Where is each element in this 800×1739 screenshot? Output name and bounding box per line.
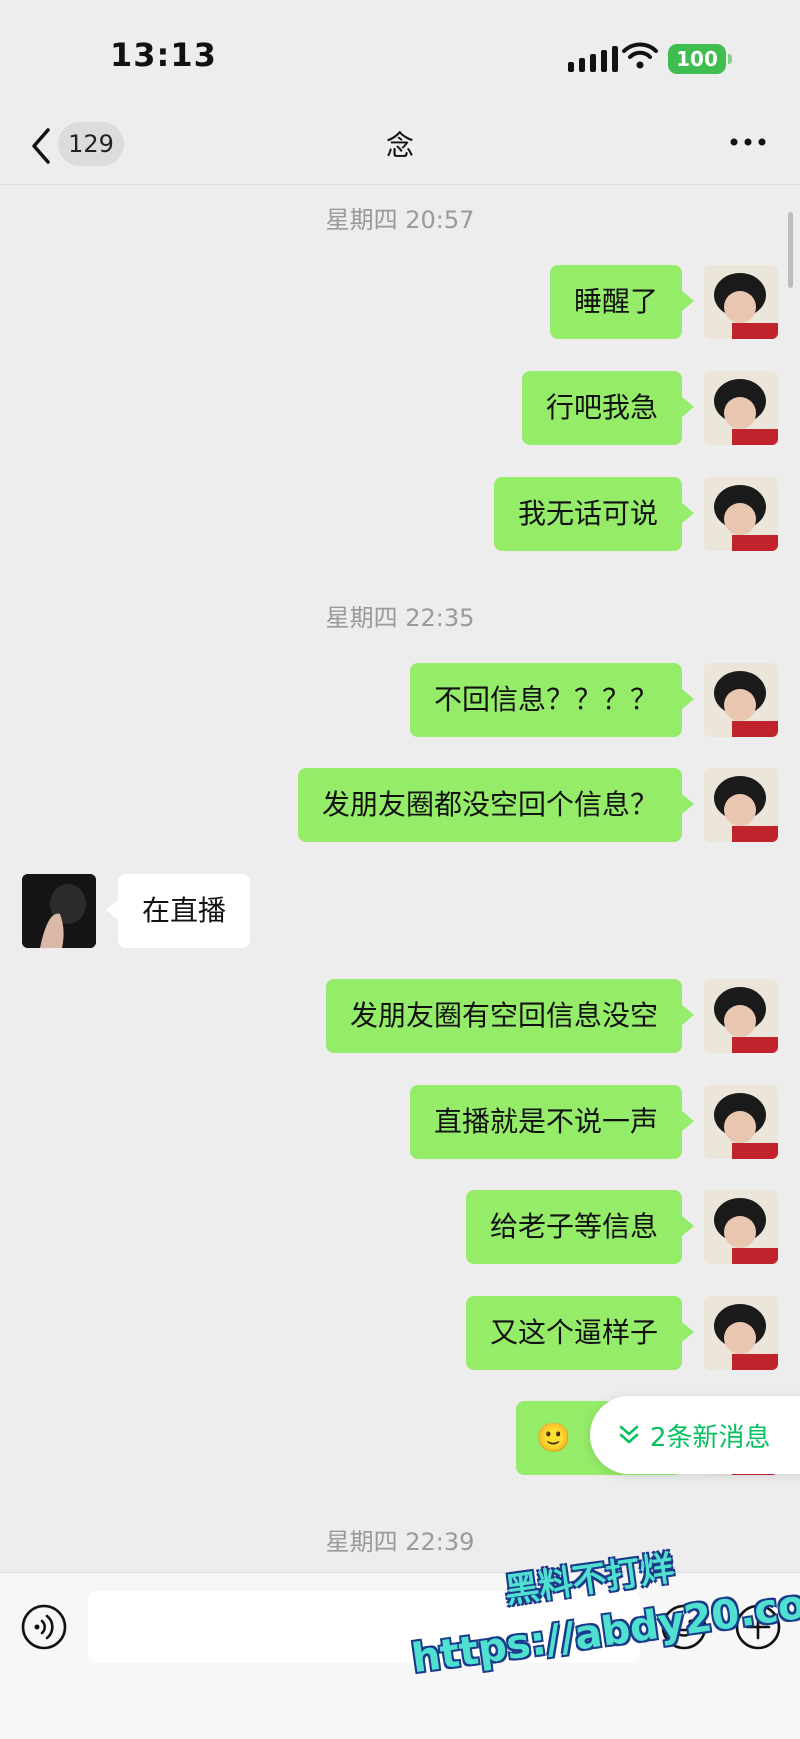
message-bubble-sent[interactable]: 给老子等信息: [465, 1190, 695, 1264]
my-avatar[interactable]: [704, 265, 778, 339]
message-bubble-received[interactable]: 在直播: [105, 874, 251, 948]
message-bubble-sent[interactable]: 行吧我急: [521, 371, 695, 445]
message-bubble-sent[interactable]: 睡醒了: [549, 265, 695, 339]
signal-icon: [568, 46, 618, 72]
plus-icon[interactable]: [734, 1603, 782, 1651]
avatar-photo-icon: [704, 1296, 778, 1370]
my-avatar[interactable]: [704, 768, 778, 842]
double-chevron-down-icon: [619, 1425, 639, 1444]
more-options-icon[interactable]: [728, 132, 768, 152]
avatar-photo-icon: [704, 979, 778, 1053]
message-bubble-sent[interactable]: 发朋友圈有空回信息没空: [325, 979, 695, 1053]
my-avatar[interactable]: [704, 663, 778, 737]
avatar-photo-icon: [704, 1190, 778, 1264]
new-messages-pill[interactable]: 2条新消息: [590, 1396, 800, 1474]
voice-input-icon[interactable]: [20, 1603, 68, 1651]
timestamp: 星期四 22:39: [325, 1528, 475, 1556]
chat-header: 念 129: [0, 110, 800, 185]
my-avatar[interactable]: [704, 1296, 778, 1370]
message-bubble-sent[interactable]: 不回信息？？？？: [409, 663, 695, 737]
message-bubble-sent[interactable]: 我无话可说: [493, 477, 695, 551]
avatar-photo-icon: [704, 1085, 778, 1159]
status-time: 13:13: [110, 36, 217, 74]
status-bar: 13:13 100: [0, 0, 800, 110]
my-avatar[interactable]: [704, 1085, 778, 1159]
message-bubble-sent[interactable]: 直播就是不说一声: [409, 1085, 695, 1159]
avatar-photo-icon: [704, 371, 778, 445]
emoji-icon[interactable]: [660, 1603, 708, 1651]
message-input-bar: [0, 1572, 800, 1739]
new-messages-label: 2条新消息: [650, 1422, 771, 1453]
avatar-photo-icon: [704, 265, 778, 339]
my-avatar[interactable]: [704, 1190, 778, 1264]
wifi-icon: [622, 42, 658, 69]
avatar-photo-icon: [22, 874, 96, 948]
avatar-photo-icon: [704, 768, 778, 842]
avatar-photo-icon: [704, 477, 778, 551]
timestamp: 星期四 22:35: [325, 604, 475, 632]
my-avatar[interactable]: [704, 979, 778, 1053]
contact-avatar[interactable]: [22, 874, 96, 948]
unread-count-badge[interactable]: 129: [58, 122, 124, 166]
avatar-photo-icon: [704, 663, 778, 737]
my-avatar[interactable]: [704, 477, 778, 551]
timestamp: 星期四 20:57: [325, 206, 475, 234]
my-avatar[interactable]: [704, 371, 778, 445]
message-input[interactable]: [88, 1591, 640, 1663]
message-bubble-sent[interactable]: 发朋友圈都没空回个信息？: [297, 768, 695, 842]
back-chevron-icon[interactable]: [26, 126, 56, 166]
message-bubble-sent[interactable]: 又这个逼样子: [465, 1296, 695, 1370]
battery-indicator: 100: [668, 44, 732, 74]
